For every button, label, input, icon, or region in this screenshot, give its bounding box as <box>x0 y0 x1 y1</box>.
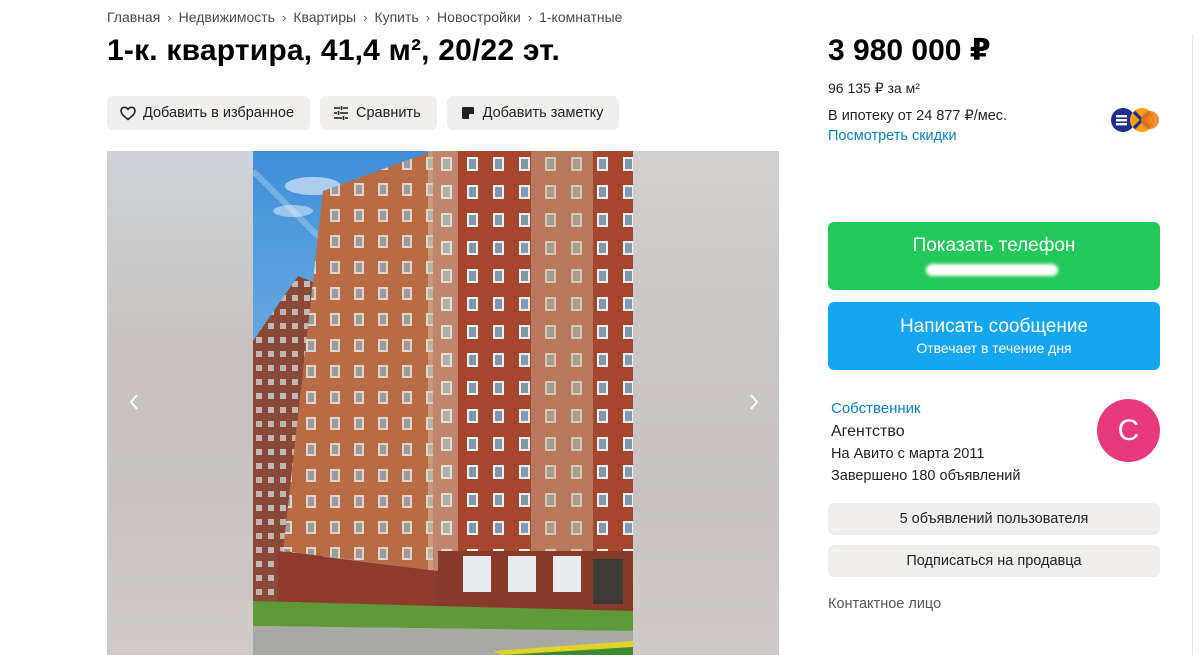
phone-number-blurred <box>926 264 1058 276</box>
gallery-prev-button[interactable] <box>119 389 149 419</box>
show-phone-button[interactable]: Показать телефон <box>828 222 1160 290</box>
page-edge-divider <box>1192 34 1200 655</box>
subscribe-seller-button[interactable]: Подписаться на продавца <box>828 545 1160 577</box>
chevron-right-icon: › <box>167 9 172 25</box>
chevron-left-icon <box>129 393 139 415</box>
breadcrumb-item-new-buildings[interactable]: Новостройки <box>437 9 521 25</box>
breadcrumb-item-real-estate[interactable]: Недвижимость <box>179 9 275 25</box>
chevron-right-icon <box>749 393 759 415</box>
chevron-right-icon: › <box>281 9 287 25</box>
seller-role-link[interactable]: Собственник <box>831 400 921 417</box>
breadcrumb-item-apartments[interactable]: Квартиры <box>293 9 356 25</box>
price-per-m2: 96 135 ₽ за м² <box>828 80 920 96</box>
view-discounts-link[interactable]: Посмотреть скидки <box>828 128 957 144</box>
subscribe-seller-label: Подписаться на продавца <box>906 553 1082 569</box>
compare-label: Сравнить <box>356 105 421 121</box>
response-time-label: Отвечает в течение дня <box>916 340 1072 356</box>
gallery-next-button[interactable] <box>739 389 769 419</box>
compare-icon <box>332 104 350 122</box>
compare-button[interactable]: Сравнить <box>320 96 437 130</box>
heart-icon <box>119 104 137 122</box>
chevron-right-icon: › <box>363 9 368 25</box>
add-note-button[interactable]: Добавить заметку <box>446 96 620 130</box>
write-message-button[interactable]: Написать сообщение Отвечает в течение дн… <box>828 302 1160 370</box>
listing-actions: Добавить в избранное Сравнить Добавить з… <box>107 96 620 130</box>
add-to-favorites-button[interactable]: Добавить в избранное <box>107 96 311 130</box>
user-ads-button[interactable]: 5 объявлений пользователя <box>828 503 1160 535</box>
breadcrumb-item-buy[interactable]: Купить <box>374 9 418 25</box>
chevron-right-icon: › <box>425 9 431 25</box>
add-note-label: Добавить заметку <box>482 105 604 121</box>
apartment-building-photo <box>253 151 633 655</box>
seller-completed-ads: Завершено 180 объявлений <box>831 468 1021 484</box>
bank-logo-icon[interactable] <box>1110 106 1162 134</box>
breadcrumb-item-one-room[interactable]: 1-комнатные <box>539 9 622 25</box>
show-phone-label: Показать телефон <box>912 235 1076 256</box>
photo-gallery[interactable] <box>107 151 779 655</box>
chevron-right-icon: › <box>527 9 533 25</box>
add-to-favorites-label: Добавить в избранное <box>143 105 295 121</box>
avatar[interactable]: С <box>1097 399 1160 462</box>
contact-person: Контактное лицо <box>828 596 942 612</box>
note-icon <box>459 104 477 122</box>
seller-name: Агентство <box>831 423 905 440</box>
breadcrumb: Главная › Недвижимость › Квартиры › Купи… <box>107 9 622 25</box>
page-title: 1-к. квартира, 41,4 м², 20/22 эт. <box>107 34 560 67</box>
breadcrumb-item-home[interactable]: Главная <box>107 9 160 25</box>
seller-since: На Авито с марта 2011 <box>831 446 985 462</box>
mortgage-info: В ипотеку от 24 877 ₽/мес. <box>828 108 1008 124</box>
avatar-letter: С <box>1117 413 1140 447</box>
user-ads-label: 5 объявлений пользователя <box>899 511 1089 527</box>
price: 3 980 000 ₽ <box>828 34 991 67</box>
write-message-label: Написать сообщение <box>899 316 1089 337</box>
